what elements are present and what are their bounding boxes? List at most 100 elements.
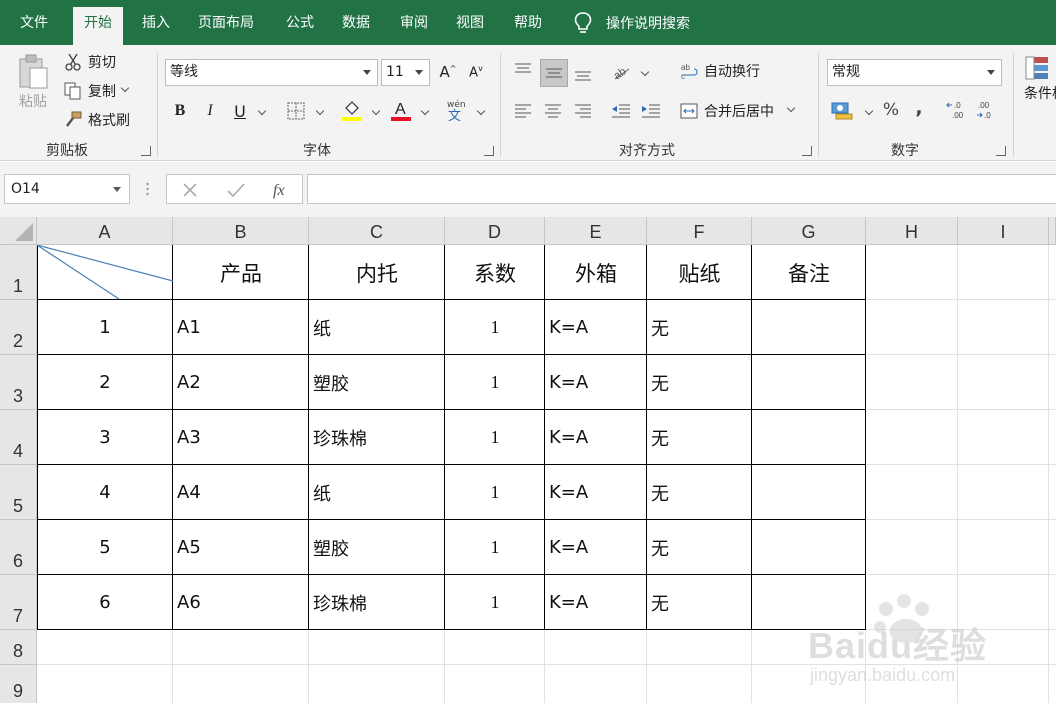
number-launcher-icon[interactable] (996, 146, 1006, 156)
tab-page-layout[interactable]: 页面布局 (187, 0, 265, 45)
table-cell[interactable]: 4 (37, 465, 173, 520)
table-cell[interactable]: 纸 (309, 300, 445, 355)
table-cell[interactable]: A5 (173, 520, 309, 575)
phonetic-guide-button[interactable]: wén 文 (443, 97, 469, 123)
chevron-down-icon[interactable] (640, 67, 650, 77)
column-header-f[interactable]: F (647, 217, 752, 245)
table-cell[interactable]: 塑胶 (309, 520, 445, 575)
orientation-button[interactable]: ab (608, 59, 634, 85)
decrease-decimal-button[interactable]: .00.0 (974, 97, 1000, 123)
table-cell[interactable]: K=A (545, 355, 647, 410)
decrease-font-size-button[interactable]: Av (463, 59, 489, 85)
table-cell[interactable]: 1 (445, 355, 545, 410)
column-header-c[interactable]: C (309, 217, 445, 245)
table-cell[interactable]: A2 (173, 355, 309, 410)
percent-style-button[interactable]: % (878, 97, 904, 123)
row-header-4[interactable]: 4 (0, 410, 37, 465)
table-cell[interactable]: A6 (173, 575, 309, 630)
tab-formulas[interactable]: 公式 (275, 0, 325, 45)
tab-help[interactable]: 帮助 (503, 0, 553, 45)
select-all-button[interactable] (0, 217, 37, 245)
column-header-h[interactable]: H (866, 217, 958, 245)
decrease-indent-button[interactable] (608, 97, 634, 123)
table-cell[interactable]: K=A (545, 410, 647, 465)
formula-input[interactable] (307, 174, 1056, 204)
tab-home[interactable]: 开始 (73, 7, 123, 45)
header-cell[interactable]: 贴纸 (647, 245, 752, 300)
row-header-6[interactable]: 6 (0, 520, 37, 575)
row-header-9[interactable]: 9 (0, 665, 37, 703)
column-header-d[interactable]: D (445, 217, 545, 245)
table-cell[interactable]: 纸 (309, 465, 445, 520)
enter-check-icon[interactable] (227, 182, 245, 198)
table-cell[interactable]: K=A (545, 300, 647, 355)
chevron-down-icon[interactable] (315, 106, 325, 116)
table-cell[interactable]: 5 (37, 520, 173, 575)
accounting-format-button[interactable] (829, 97, 855, 123)
drag-handle-icon[interactable] (146, 182, 149, 196)
row-header-3[interactable]: 3 (0, 355, 37, 410)
table-cell[interactable]: A4 (173, 465, 309, 520)
row-header-2[interactable]: 2 (0, 300, 37, 355)
copy-button[interactable]: 复制 (64, 81, 130, 101)
increase-font-size-button[interactable]: A^ (435, 59, 461, 85)
chevron-down-icon[interactable] (864, 106, 874, 116)
column-header-i[interactable]: I (958, 217, 1049, 245)
table-cell[interactable]: 1 (445, 520, 545, 575)
table-cell[interactable]: 珍珠棉 (309, 410, 445, 465)
font-launcher-icon[interactable] (484, 146, 494, 156)
insert-function-icon[interactable]: fx (271, 179, 291, 199)
increase-indent-button[interactable] (638, 97, 664, 123)
clipboard-launcher-icon[interactable] (141, 146, 151, 156)
chevron-down-icon[interactable] (371, 106, 381, 116)
tab-view[interactable]: 视图 (445, 0, 495, 45)
tab-data[interactable]: 数据 (331, 0, 381, 45)
increase-decimal-button[interactable]: .0.00 (944, 97, 970, 123)
table-cell[interactable]: 2 (37, 355, 173, 410)
align-left-button[interactable] (510, 97, 536, 123)
header-cell[interactable]: 备注 (752, 245, 866, 300)
cut-button[interactable]: 剪切 (64, 52, 116, 72)
table-cell[interactable]: K=A (545, 575, 647, 630)
font-name-select[interactable]: 等线 (165, 59, 378, 86)
row-header-5[interactable]: 5 (0, 465, 37, 520)
table-cell[interactable]: 无 (647, 465, 752, 520)
tab-file[interactable]: 文件 (9, 0, 59, 45)
table-cell[interactable]: A3 (173, 410, 309, 465)
tab-review[interactable]: 审阅 (389, 0, 439, 45)
font-color-button[interactable]: A (388, 97, 414, 123)
worksheet-grid[interactable]: ABCDEFGHI 123456789 产品 内托 系数 外箱 贴纸 备注 1 A1 纸 1 K=A… (0, 217, 1056, 703)
tab-insert[interactable]: 插入 (131, 0, 181, 45)
table-cell[interactable] (752, 410, 866, 465)
align-right-button[interactable] (570, 97, 596, 123)
conditional-formatting-button[interactable]: 条件格 (1024, 55, 1056, 103)
column-header-e[interactable]: E (545, 217, 647, 245)
column-header-partial[interactable] (1049, 217, 1056, 245)
align-top-button[interactable] (510, 57, 536, 83)
table-cell[interactable]: 1 (445, 300, 545, 355)
table-cell[interactable] (752, 465, 866, 520)
column-header-a[interactable]: A (37, 217, 173, 245)
align-center-button[interactable] (540, 97, 566, 123)
table-cell[interactable]: K=A (545, 520, 647, 575)
number-format-select[interactable]: 常规 (827, 59, 1002, 86)
table-cell[interactable]: 无 (647, 575, 752, 630)
borders-button[interactable] (283, 98, 309, 124)
header-cell[interactable]: 外箱 (545, 245, 647, 300)
alignment-launcher-icon[interactable] (802, 146, 812, 156)
header-cell[interactable]: 系数 (445, 245, 545, 300)
chevron-down-icon[interactable] (257, 106, 267, 116)
table-cell[interactable]: 1 (445, 575, 545, 630)
fill-color-button[interactable] (339, 97, 365, 123)
chevron-down-icon[interactable] (420, 106, 430, 116)
table-cell[interactable]: 无 (647, 355, 752, 410)
table-cell[interactable]: 无 (647, 520, 752, 575)
paste-button[interactable]: 粘贴 (16, 53, 50, 111)
table-cell[interactable]: K=A (545, 465, 647, 520)
column-header-b[interactable]: B (173, 217, 309, 245)
table-cell[interactable] (752, 300, 866, 355)
table-cell[interactable]: 1 (445, 410, 545, 465)
table-cell[interactable] (752, 355, 866, 410)
column-header-g[interactable]: G (752, 217, 866, 245)
table-cell[interactable]: 珍珠棉 (309, 575, 445, 630)
